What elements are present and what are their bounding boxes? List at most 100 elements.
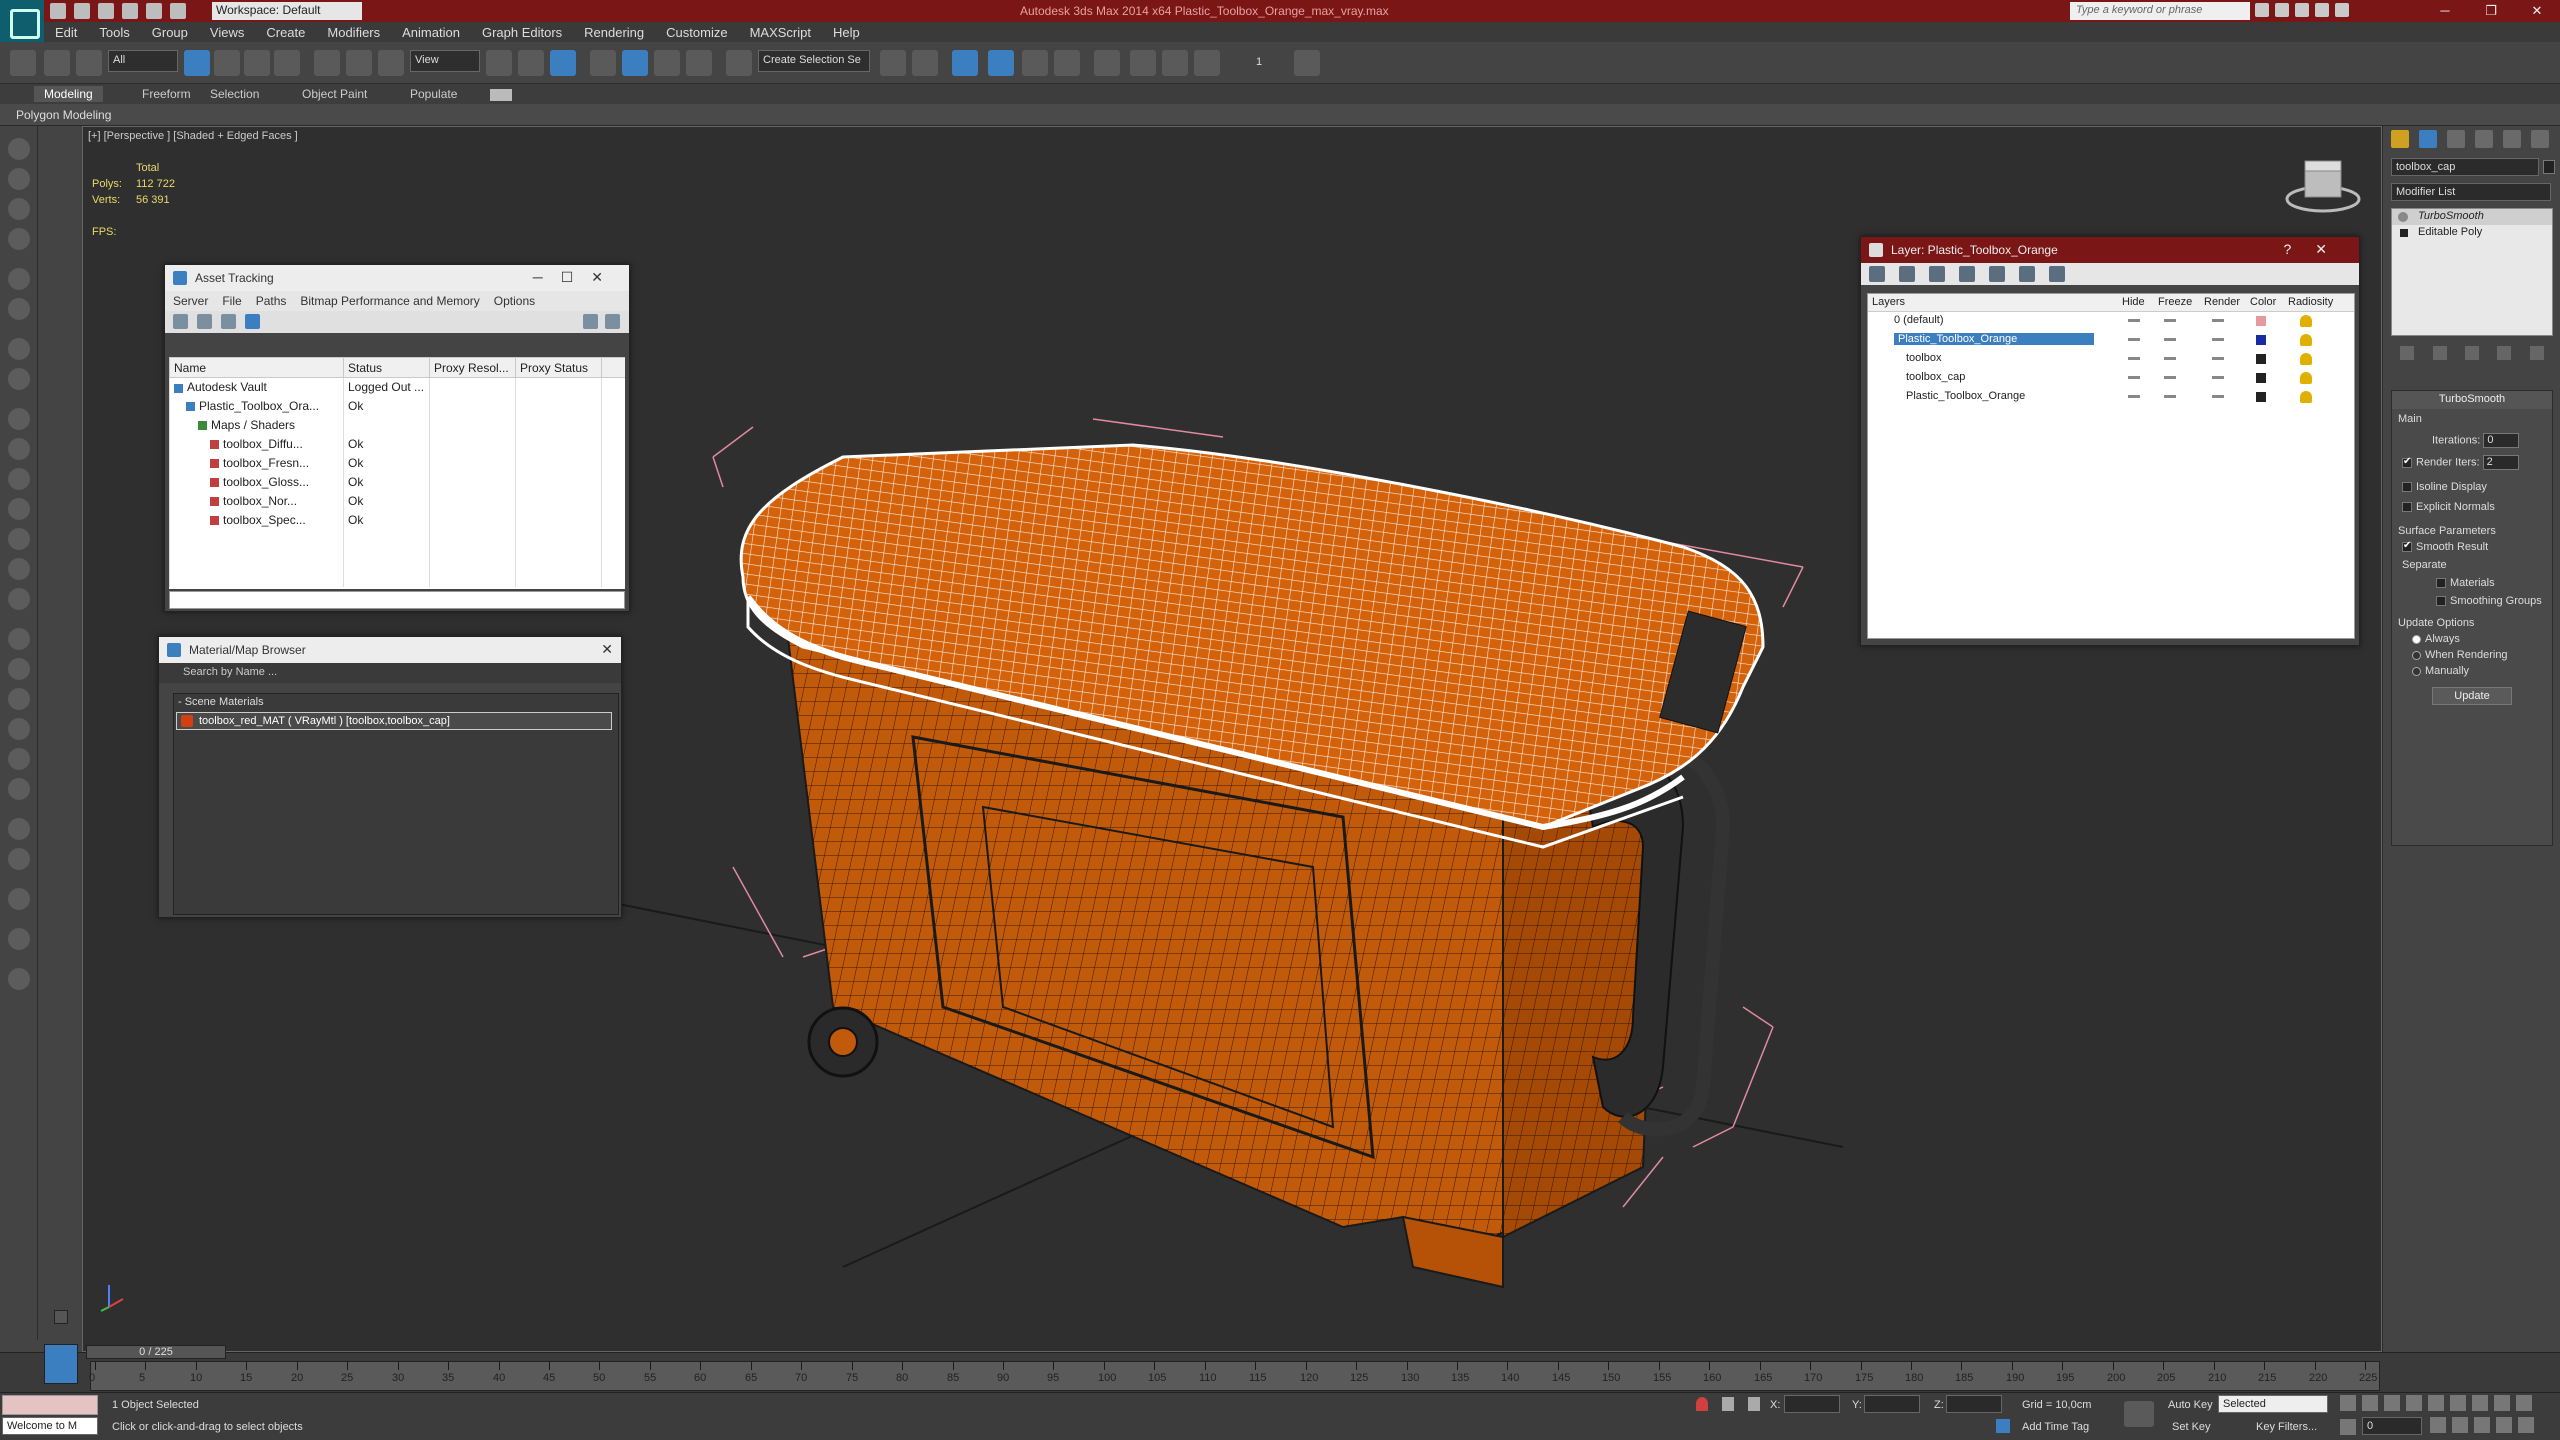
- render-setup-icon[interactable]: [1130, 50, 1156, 76]
- new-file-icon[interactable]: [50, 3, 66, 19]
- set-key-icon[interactable]: [2124, 1401, 2154, 1427]
- list-view-icon[interactable]: [197, 314, 212, 329]
- asset-row[interactable]: Plastic_Toolbox_Ora... Ok: [169, 396, 625, 416]
- freeze-icon[interactable]: [2164, 319, 2176, 322]
- current-frame-field[interactable]: 0: [2362, 1417, 2422, 1435]
- modify-icon[interactable]: [8, 168, 30, 190]
- play-icon[interactable]: [2384, 1395, 2400, 1411]
- time-tag-icon[interactable]: [1996, 1419, 2010, 1433]
- window-controls[interactable]: ─☐✕: [533, 269, 621, 286]
- col-name[interactable]: Name: [169, 357, 344, 378]
- layer-row[interactable]: Plastic_Toolbox_Orange: [1868, 331, 2354, 350]
- pan-icon[interactable]: [2474, 1417, 2490, 1433]
- save-file-icon[interactable]: [98, 3, 114, 19]
- object-name-field[interactable]: toolbox_cap: [2391, 158, 2539, 176]
- bind-space-warp-icon[interactable]: [76, 50, 102, 76]
- render-iters-checkbox[interactable]: [2402, 456, 2412, 468]
- hide-icon[interactable]: [2128, 319, 2140, 322]
- menu-animation[interactable]: Animation: [391, 22, 471, 42]
- render-icon[interactable]: [8, 848, 30, 870]
- material-search-input[interactable]: Search by Name ...: [159, 663, 621, 683]
- manually-radio[interactable]: [2412, 666, 2421, 676]
- motion-icon[interactable]: [8, 228, 30, 250]
- menu-views[interactable]: Views: [199, 22, 255, 42]
- tab-freeform[interactable]: Freeform: [142, 87, 191, 101]
- materials-checkbox[interactable]: [2436, 578, 2446, 589]
- torus-icon[interactable]: [8, 468, 30, 490]
- percent-snap-icon[interactable]: [654, 50, 680, 76]
- refresh-icon[interactable]: [173, 314, 188, 329]
- light-icon[interactable]: [8, 368, 30, 390]
- communication-icon[interactable]: [2295, 3, 2309, 17]
- hierarchy-icon[interactable]: [8, 198, 30, 220]
- box-icon[interactable]: [8, 408, 30, 430]
- at-menu-options[interactable]: Options: [494, 294, 535, 308]
- hide-icon[interactable]: [2128, 376, 2140, 379]
- layer-color-swatch[interactable]: [2256, 392, 2266, 402]
- hierarchy-tab-icon[interactable]: [2447, 130, 2465, 148]
- subscription-icon[interactable]: [2275, 3, 2289, 17]
- maxscript-mini-listener[interactable]: Welcome to M: [2, 1417, 98, 1435]
- asset-row[interactable]: toolbox_Diffu... Ok: [169, 434, 625, 454]
- asset-row[interactable]: toolbox_Spec... Ok: [169, 510, 625, 530]
- table-view-icon[interactable]: [221, 314, 236, 329]
- polygon-modeling-label[interactable]: Polygon Modeling: [16, 108, 111, 122]
- prev-frame-icon[interactable]: [2362, 1395, 2378, 1411]
- help-search-input[interactable]: Type a keyword or phrase: [2070, 2, 2250, 20]
- vray-sphere-icon[interactable]: [8, 888, 30, 910]
- globe-icon[interactable]: [8, 818, 30, 840]
- viewport-label[interactable]: [+] [Perspective ] [Shaded + Edged Faces…: [88, 130, 298, 142]
- app-logo-icon[interactable]: [0, 0, 44, 42]
- lock-icon[interactable]: [1722, 1397, 1734, 1411]
- view-cube[interactable]: [2285, 160, 2361, 213]
- at-menu-file[interactable]: File: [222, 294, 241, 308]
- pivot-center-icon[interactable]: [486, 50, 512, 76]
- delete-layer-icon[interactable]: [1899, 266, 1915, 282]
- script-icon[interactable]: [8, 928, 30, 950]
- radiosity-icon[interactable]: [2300, 334, 2312, 346]
- asset-path-field[interactable]: [169, 591, 625, 609]
- select-object-icon[interactable]: [184, 50, 210, 76]
- asset-row[interactable]: toolbox_Gloss... Ok: [169, 472, 625, 492]
- asset-row[interactable]: Autodesk Vault Logged Out ...: [169, 377, 625, 397]
- col-color[interactable]: Color: [2250, 296, 2276, 308]
- material-browser-titlebar[interactable]: Material/Map Browser ✕: [159, 637, 621, 663]
- play-mini-icon[interactable]: [54, 1310, 68, 1324]
- configure-sets-icon[interactable]: [2529, 346, 2544, 360]
- material-editor-icon[interactable]: [1094, 50, 1120, 76]
- radiosity-icon[interactable]: [2300, 353, 2312, 365]
- select-in-layer-icon[interactable]: [1959, 266, 1975, 282]
- walk-icon[interactable]: [2518, 1417, 2534, 1433]
- reference-coordinate-dropdown[interactable]: View: [410, 50, 480, 72]
- vray-frame-buffer-icon[interactable]: [1294, 50, 1320, 76]
- close-button[interactable]: ✕: [2514, 0, 2560, 22]
- maxscript-listener-top[interactable]: [2, 1395, 98, 1415]
- goto-start-icon[interactable]: [2340, 1395, 2356, 1411]
- asset-row[interactable]: toolbox_Nor... Ok: [169, 491, 625, 511]
- maximize-button[interactable]: ❐: [2468, 0, 2514, 22]
- select-by-name-icon[interactable]: [214, 50, 240, 76]
- add-time-tag[interactable]: Add Time Tag: [2022, 1421, 2089, 1433]
- show-end-result-icon[interactable]: [2432, 346, 2447, 360]
- render-icon[interactable]: [2212, 338, 2224, 341]
- key-mode-icon[interactable]: [2340, 1419, 2356, 1435]
- time-config-icon[interactable]: [2430, 1417, 2446, 1433]
- y-coordinate-field[interactable]: [1864, 1395, 1920, 1413]
- next-frame-icon[interactable]: [2406, 1395, 2422, 1411]
- menu-rendering[interactable]: Rendering: [573, 22, 655, 42]
- tab-selection[interactable]: Selection: [210, 87, 259, 101]
- display-tab-icon[interactable]: [2503, 130, 2521, 148]
- edit-named-selection-icon[interactable]: [726, 50, 752, 76]
- at-menu-bitmap[interactable]: Bitmap Performance and Memory: [300, 294, 479, 308]
- fire-icon[interactable]: [8, 778, 30, 800]
- window-controls[interactable]: ?✕: [2283, 241, 2351, 258]
- iterations-spinner[interactable]: 0: [2483, 433, 2520, 448]
- move-icon[interactable]: [314, 50, 340, 76]
- goto-end-icon[interactable]: [2428, 1395, 2444, 1411]
- z-coordinate-field[interactable]: [1946, 1395, 2002, 1413]
- hide-all-icon[interactable]: [2019, 266, 2035, 282]
- create-layer-icon[interactable]: [1869, 266, 1885, 282]
- radiosity-icon[interactable]: [2300, 315, 2312, 327]
- radiosity-icon[interactable]: [2300, 391, 2312, 403]
- expand-icon[interactable]: [2400, 229, 2408, 237]
